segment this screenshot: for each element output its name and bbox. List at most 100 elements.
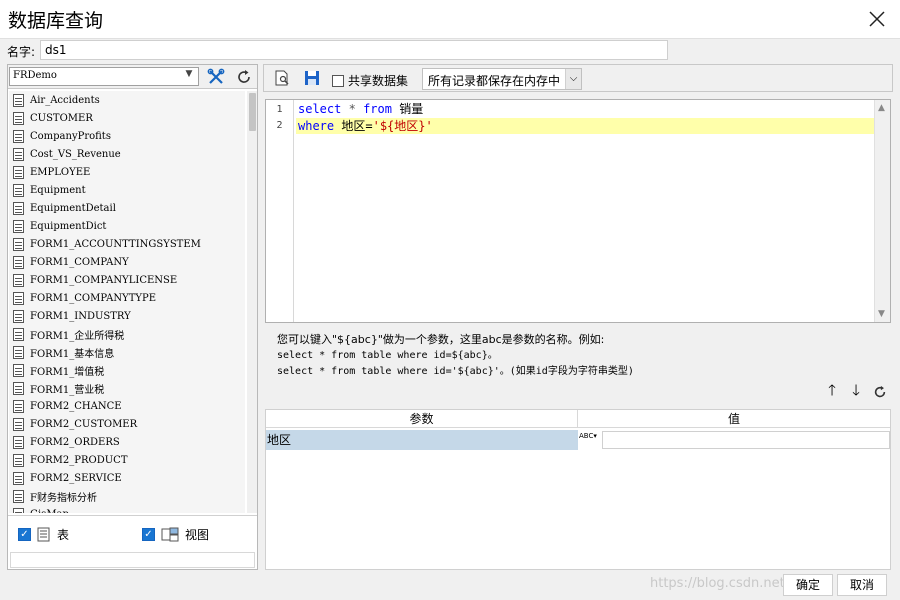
table-icon (13, 309, 24, 323)
table-name: Air_Accidents (30, 94, 100, 106)
line-number: 2 (276, 120, 283, 131)
hint-example: select * from table where id=${abc}。 (277, 350, 498, 361)
editor-scrollbar[interactable]: ▲ ▼ (874, 100, 890, 322)
table-name: F财务指标分析 (30, 492, 97, 504)
table-icon (13, 93, 24, 107)
show-views-checkbox[interactable]: ✓ 视图 (142, 526, 209, 543)
table-name: EquipmentDict (30, 220, 107, 232)
preview-document-icon (275, 70, 289, 86)
checkbox-unchecked-icon (332, 74, 344, 87)
scrollbar-thumb[interactable] (249, 93, 256, 131)
table-list-item[interactable]: Equipment (9, 181, 245, 199)
table-filter-footer: ✓ 表 ✓ 视图 (8, 515, 257, 569)
show-views-label: 视图 (185, 528, 210, 542)
param-name-cell[interactable]: 地区 (266, 430, 578, 450)
table-icon (13, 399, 24, 413)
parameter-hint: 您可以键入"${abc}"做为一个参数，这里abc是参数的名称。例如: sele… (277, 332, 634, 380)
memory-mode-select[interactable]: 所有记录都保存在内存中 ⌵ (422, 68, 582, 90)
table-list-item[interactable]: CUSTOMER (9, 109, 245, 127)
table-name: FORM2_PRODUCT (30, 454, 128, 466)
sql-keyword: from (363, 102, 392, 116)
table-list-item[interactable]: EMPLOYEE (9, 163, 245, 181)
table-list-item[interactable]: F财务指标分析 (9, 487, 245, 505)
table-list[interactable]: Air_Accidents CUSTOMER CompanyProfits Cost_… (9, 91, 245, 513)
table-list-item[interactable]: FORM2_CUSTOMER (9, 415, 245, 433)
move-up-icon[interactable]: 🡑 (825, 381, 839, 400)
sql-line: select * from 销量 (296, 101, 874, 117)
param-value-header: 值 (578, 410, 890, 428)
table-icon (13, 507, 24, 513)
line-number-gutter: 1 2 (266, 100, 294, 322)
table-list-item[interactable]: Air_Accidents (9, 91, 245, 109)
param-tools: 🡑 🡓 (825, 381, 887, 400)
table-name: FORM2_SERVICE (30, 472, 122, 484)
table-name: FORM1_基本信息 (30, 348, 115, 360)
table-list-item[interactable]: EquipmentDict (9, 217, 245, 235)
datasource-select[interactable]: FRDemo ▼ (9, 67, 199, 86)
sql-keyword: where (298, 119, 335, 133)
title-bar: 数据库查询 (0, 0, 900, 38)
table-list-item[interactable]: FORM1_COMPANY (9, 253, 245, 271)
table-icon (13, 489, 24, 503)
table-name: FORM1_COMPANYTYPE (30, 292, 157, 304)
string-type-icon[interactable]: ABC▾ (579, 430, 601, 450)
table-name: EquipmentDetail (30, 202, 116, 214)
checkbox-checked-icon: ✓ (142, 528, 155, 541)
table-name: CUSTOMER (30, 112, 93, 124)
left-toolbar: FRDemo ▼ (8, 65, 257, 89)
chevron-down-icon: ⌵ (565, 69, 581, 89)
table-search-input[interactable] (10, 552, 255, 568)
table-list-item[interactable]: FORM2_SERVICE (9, 469, 245, 487)
scroll-up-icon[interactable]: ▲ (878, 103, 885, 113)
table-list-item[interactable]: EquipmentDetail (9, 199, 245, 217)
tools-icon (207, 68, 225, 84)
table-list-item[interactable]: FORM1_增值税 (9, 361, 245, 379)
save-button[interactable] (300, 67, 324, 89)
table-list-item[interactable]: FORM2_ORDERS (9, 433, 245, 451)
show-tables-checkbox[interactable]: ✓ 表 (18, 526, 69, 543)
table-list-item[interactable]: FORM2_PRODUCT (9, 451, 245, 469)
save-icon (305, 71, 319, 85)
connection-settings-button[interactable] (204, 66, 228, 88)
table-list-item[interactable]: Cost_VS_Revenue (9, 145, 245, 163)
checkbox-checked-icon: ✓ (18, 528, 31, 541)
close-icon (869, 11, 885, 27)
sql-code[interactable]: select * from 销量 where 地区='${地区}' (296, 100, 874, 134)
table-icon (13, 255, 24, 269)
scroll-down-icon[interactable]: ▼ (878, 309, 885, 319)
close-button[interactable] (862, 4, 892, 34)
table-icon (13, 453, 24, 467)
table-list-item[interactable]: FORM1_COMPANYLICENSE (9, 271, 245, 289)
table-list-item[interactable]: FORM2_CHANCE (9, 397, 245, 415)
table-list-item[interactable]: FORM1_INDUSTRY (9, 307, 245, 325)
table-icon (13, 129, 24, 143)
sql-editor[interactable]: 1 2 select * from 销量 where 地区='${地区}' ▲ … (265, 99, 891, 323)
type-icon-label: ABC (579, 432, 594, 440)
table-list-item[interactable]: CompanyProfits (9, 127, 245, 145)
table-name: FORM1_INDUSTRY (30, 310, 131, 322)
table-list-item[interactable]: FORM1_基本信息 (9, 343, 245, 361)
param-value-input[interactable] (602, 431, 890, 449)
move-down-icon[interactable]: 🡓 (849, 381, 863, 400)
refresh-params-icon[interactable] (873, 384, 887, 400)
table-list-item[interactable]: GisMap (9, 505, 245, 513)
refresh-tables-button[interactable] (232, 66, 256, 88)
table-list-item[interactable]: FORM1_企业所得税 (9, 325, 245, 343)
param-name-header: 参数 (266, 410, 578, 428)
sql-keyword: select (298, 102, 342, 116)
table-list-item[interactable]: FORM1_COMPANYTYPE (9, 289, 245, 307)
table-list-item[interactable]: FORM1_营业税 (9, 379, 245, 397)
memory-mode-value: 所有记录都保存在内存中 (428, 74, 561, 88)
table-icon (13, 201, 24, 215)
hint-example: select * from table where id='${abc}'。(如… (277, 366, 634, 377)
table-name: Cost_VS_Revenue (30, 148, 121, 160)
cancel-button[interactable]: 取消 (837, 574, 887, 596)
table-list-scrollbar[interactable] (247, 91, 257, 513)
sql-star: * (348, 102, 356, 116)
share-dataset-checkbox[interactable]: 共享数据集 (332, 72, 408, 89)
table-name: FORM1_营业税 (30, 384, 105, 396)
name-input[interactable] (40, 40, 668, 60)
ok-button[interactable]: 确定 (783, 574, 833, 596)
preview-button[interactable] (270, 67, 294, 89)
table-list-item[interactable]: FORM1_ACCOUNTTINGSYSTEM (9, 235, 245, 253)
